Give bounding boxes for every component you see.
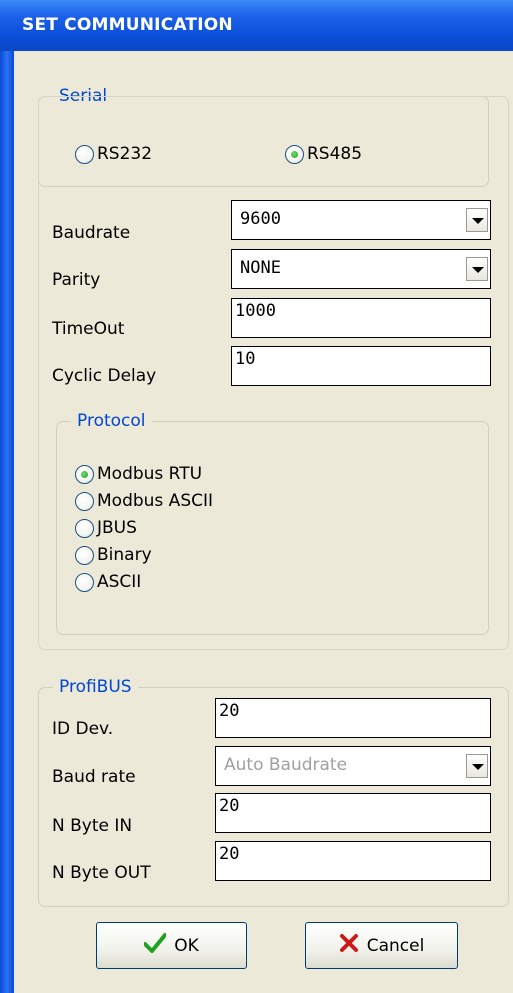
check-icon [143,933,168,958]
parity-select[interactable]: NONE [231,249,491,289]
cancel-label: Cancel [366,935,425,956]
baud-rate-label: Baud rate [52,767,136,787]
binary-radio-circle[interactable] [75,545,94,565]
jbus-radio-circle[interactable] [75,518,94,538]
profibus-legend: ProfiBUS [53,674,138,700]
jbus-label: JBUS [97,518,137,538]
ok-label: OK [174,935,199,956]
cyclic-delay-label: Cyclic Delay [52,366,157,386]
serial-group: Serial [38,83,489,187]
modbus-rtu-radio-circle[interactable] [75,464,94,484]
baud-rate-value: Auto Baudrate [224,755,348,775]
n-byte-in-label: N Byte IN [52,816,133,836]
baudrate-label: Baudrate [52,223,131,243]
ok-button[interactable]: OK [96,922,247,969]
jbus-radio[interactable]: JBUS [75,518,137,538]
modbus-rtu-label: Modbus RTU [97,464,203,484]
n-byte-out-label: N Byte OUT [52,863,151,883]
window-left-border [0,0,14,993]
n-byte-out-input[interactable]: 20 [215,841,491,881]
id-dev-label: ID Dev. [52,719,114,739]
rs232-radio[interactable]: RS232 [75,144,152,164]
modbus-ascii-label: Modbus ASCII [97,491,214,511]
window-title: SET COMMUNICATION [22,15,233,35]
ascii-label: ASCII [97,572,142,592]
parity-dropdown-button[interactable] [466,257,488,281]
modbus-ascii-radio-circle[interactable] [75,491,94,511]
id-dev-input[interactable]: 20 [215,698,491,738]
baud-rate-dropdown-button[interactable] [466,754,488,778]
ascii-radio[interactable]: ASCII [75,572,141,592]
timeout-label: TimeOut [52,319,125,339]
parity-value: NONE [240,258,281,278]
rs232-radio-circle[interactable] [75,144,94,164]
modbus-ascii-radio[interactable]: Modbus ASCII [75,491,213,511]
rs485-radio[interactable]: RS485 [285,144,362,164]
rs485-label: RS485 [307,144,363,164]
parity-label: Parity [52,270,101,290]
ascii-radio-circle[interactable] [75,572,94,592]
cyclic-delay-input[interactable]: 10 [231,346,491,386]
baudrate-dropdown-button[interactable] [466,208,488,232]
binary-label: Binary [97,545,152,565]
serial-legend: Serial [53,83,114,109]
title-bar[interactable]: SET COMMUNICATION [0,0,513,51]
baudrate-value: 9600 [240,209,281,229]
protocol-legend: Protocol [71,408,152,434]
timeout-input[interactable]: 1000 [231,298,491,338]
baudrate-select[interactable]: 9600 [231,200,491,240]
n-byte-in-input[interactable]: 20 [215,793,491,833]
dialog-window: SET COMMUNICATION Serial RS232 RS485 Bau… [0,0,513,993]
modbus-rtu-radio[interactable]: Modbus RTU [75,464,202,484]
rs232-label: RS232 [97,144,153,164]
rs485-radio-circle[interactable] [285,144,304,164]
binary-radio[interactable]: Binary [75,545,152,565]
cancel-button[interactable]: Cancel [305,922,458,969]
x-icon [339,933,359,958]
baud-rate-select[interactable]: Auto Baudrate [215,746,491,786]
